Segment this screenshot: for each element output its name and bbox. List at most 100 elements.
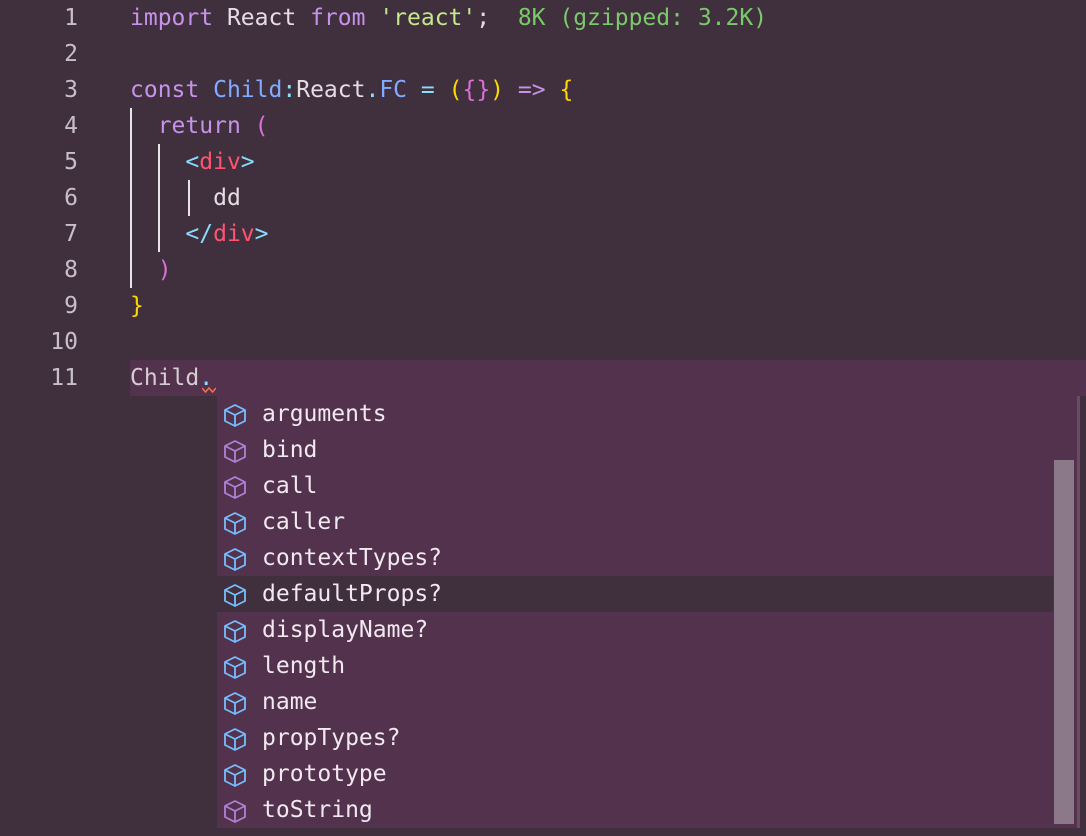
field-icon <box>224 620 246 643</box>
token-identifier: Child <box>213 77 283 103</box>
code-text: } <box>130 288 144 324</box>
token-bracket: ( <box>254 113 269 139</box>
suggestion-label: toString <box>262 797 373 823</box>
suggestion-label: displayName? <box>262 617 429 643</box>
suggestion-label: propTypes? <box>262 725 401 751</box>
suggestion-item[interactable]: displayName? <box>217 612 1053 648</box>
token-bracket: ( <box>448 77 463 103</box>
suggestion-scrollbar-track[interactable] <box>1077 396 1080 828</box>
suggestion-item[interactable]: length <box>217 648 1053 684</box>
token-text: dd <box>213 185 241 211</box>
token-keyword: return <box>157 113 241 139</box>
token-type: FC <box>379 77 408 103</box>
code-text: ) <box>130 252 172 288</box>
suggestion-item[interactable]: name <box>217 684 1053 720</box>
suggestion-item[interactable]: prototype <box>217 756 1053 792</box>
line-number: 2 <box>64 41 78 67</box>
token-bracket: ) <box>490 77 505 103</box>
suggestion-item-selected[interactable]: defaultProps? <box>217 576 1053 612</box>
code-line[interactable]: 7 </div> <box>0 216 1086 252</box>
line-number: 10 <box>50 329 78 355</box>
code-line[interactable]: 6 dd <box>0 180 1086 216</box>
code-text: import React from 'react'; 8K (gzipped: … <box>130 0 767 36</box>
field-icon <box>224 764 246 787</box>
token-identifier: Child <box>130 365 200 391</box>
line-number: 11 <box>50 365 78 391</box>
suggestion-label: caller <box>262 509 346 535</box>
suggestion-label: prototype <box>262 761 387 787</box>
suggestion-scrollbar-thumb[interactable] <box>1054 460 1074 824</box>
suggestion-item[interactable]: bind <box>217 432 1053 468</box>
suggestion-item[interactable]: caller <box>217 504 1053 540</box>
code-line[interactable]: 3 const Child:React.FC = ({}) => { <box>0 72 1086 108</box>
method-icon <box>224 800 246 823</box>
token-bracket: { <box>559 77 574 103</box>
suggestion-label: arguments <box>262 401 387 427</box>
code-text: <div> <box>130 144 255 180</box>
suggestion-item[interactable]: call <box>217 468 1053 504</box>
import-cost-hint: 8K (gzipped: 3.2K) <box>517 5 768 31</box>
token-keyword: import <box>130 5 214 31</box>
field-icon <box>224 692 246 715</box>
token-tag: div <box>199 149 241 175</box>
token-keyword: from <box>310 5 366 31</box>
token-bracket: ) <box>157 257 172 283</box>
code-line[interactable]: 5 <div> <box>0 144 1086 180</box>
token-bracket: } <box>130 293 144 319</box>
token-tag-bracket: > <box>254 221 269 247</box>
field-icon <box>224 512 246 535</box>
token-tag-bracket: > <box>240 149 255 175</box>
token-identifier: React <box>296 77 366 103</box>
code-line[interactable]: 4 return ( <box>0 108 1086 144</box>
line-number: 8 <box>64 257 78 283</box>
suggestion-item[interactable]: propTypes? <box>217 720 1053 756</box>
method-icon <box>224 440 246 463</box>
token-operator: = <box>420 77 435 103</box>
line-number: 5 <box>64 149 78 175</box>
code-line[interactable]: 1 import React from 'react'; 8K (gzipped… <box>0 0 1086 36</box>
code-line[interactable]: 9 } <box>0 288 1086 324</box>
token-identifier: React <box>226 5 297 31</box>
suggestion-label: contextTypes? <box>262 545 443 571</box>
method-icon <box>224 476 246 499</box>
token-bracket: {} <box>462 77 491 103</box>
line-number: 4 <box>64 113 78 139</box>
code-line[interactable]: 2 <box>0 36 1086 72</box>
code-line[interactable]: 8 ) <box>0 252 1086 288</box>
line-number: 7 <box>64 221 78 247</box>
field-icon <box>224 656 246 679</box>
suggestion-item[interactable]: arguments <box>217 396 1053 432</box>
suggestion-label: defaultProps? <box>262 581 443 607</box>
line-number: 3 <box>64 77 78 103</box>
suggestion-widget[interactable]: arguments bind call caller contextTypes? defa… <box>217 396 1080 828</box>
token-tag: div <box>213 221 255 247</box>
code-line-current[interactable]: 11 Child. <box>0 360 1086 396</box>
suggestion-label: bind <box>262 437 318 463</box>
code-text: Child. <box>130 360 213 396</box>
field-icon <box>224 728 246 751</box>
token-operator: => <box>517 77 546 103</box>
suggestion-item[interactable]: toString <box>217 792 1053 828</box>
token-tag-bracket: < <box>185 149 200 175</box>
code-text: </div> <box>130 216 269 252</box>
token-tag-bracket: </ <box>185 221 214 247</box>
suggestion-label: call <box>262 473 318 499</box>
code-text: return ( <box>130 108 269 144</box>
line-number: 1 <box>64 5 78 31</box>
token-keyword: const <box>130 77 200 103</box>
error-squiggle <box>202 387 216 393</box>
code-line[interactable]: 10 <box>0 324 1086 360</box>
suggestion-label: name <box>262 689 318 715</box>
line-number: 6 <box>64 185 78 211</box>
code-text: const Child:React.FC = ({}) => { <box>130 72 573 108</box>
token-punctuation: . <box>365 77 380 103</box>
line-number: 9 <box>64 293 78 319</box>
token-punctuation: ; <box>476 5 491 31</box>
field-icon <box>224 404 246 427</box>
field-icon <box>224 584 246 607</box>
suggestion-item[interactable]: contextTypes? <box>217 540 1053 576</box>
suggestion-label: length <box>262 653 346 679</box>
token-string: 'react' <box>379 5 477 31</box>
field-icon <box>224 548 246 571</box>
token-punctuation: : <box>282 77 297 103</box>
